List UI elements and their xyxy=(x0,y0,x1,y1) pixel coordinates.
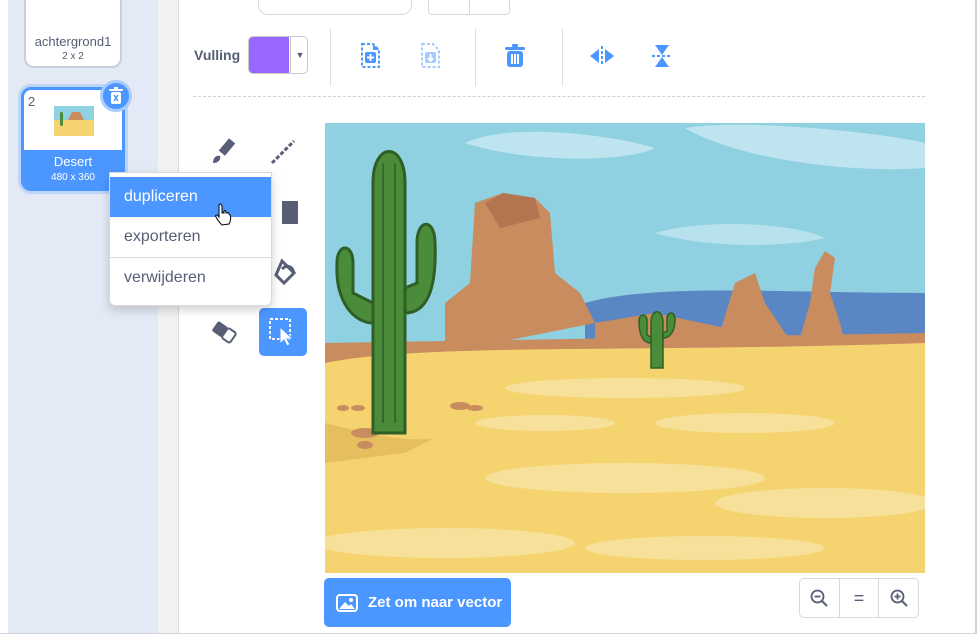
costume-name: Desert xyxy=(53,154,93,169)
zoom-controls: = xyxy=(799,578,919,618)
eraser-tool[interactable] xyxy=(200,308,248,356)
zoom-reset-button[interactable]: = xyxy=(838,579,879,617)
fill-color-swatch xyxy=(249,37,289,73)
brush-tool[interactable] xyxy=(200,128,248,176)
image-icon xyxy=(336,593,358,612)
flip-horizontal-icon xyxy=(590,46,614,66)
menu-item-duplicate[interactable]: dupliceren xyxy=(110,177,271,217)
zoom-in-icon xyxy=(890,589,908,607)
trash-icon xyxy=(109,87,123,104)
new-costume-icon xyxy=(361,43,380,68)
toolbar-divider xyxy=(562,28,563,86)
costume-number: 2 xyxy=(28,94,36,109)
paste-button[interactable] xyxy=(352,38,388,74)
flip-vertical-icon xyxy=(652,45,672,67)
zoom-in-button[interactable] xyxy=(878,579,918,617)
costume-name: achtergrond1 xyxy=(34,34,112,49)
undo-redo-group[interactable] xyxy=(428,0,510,15)
import-icon xyxy=(421,43,440,68)
window-border xyxy=(0,633,977,642)
drawing-canvas[interactable] xyxy=(325,123,925,573)
eraser-icon xyxy=(212,321,237,344)
brush-icon xyxy=(213,138,236,163)
hand-cursor-icon xyxy=(215,203,232,226)
menu-item-export[interactable]: exporteren xyxy=(110,217,271,257)
line-icon xyxy=(270,139,296,165)
costume-tile-achtergrond1[interactable]: achtergrond1 2 x 2 xyxy=(24,0,122,68)
menu-item-delete[interactable]: verwijderen xyxy=(110,257,271,298)
costume-context-menu: dupliceren exporteren verwijderen xyxy=(109,172,272,306)
toolbar-divider xyxy=(330,28,331,86)
delete-costume-button[interactable] xyxy=(100,80,132,112)
flip-horizontal-button[interactable] xyxy=(584,38,620,74)
rectangle-icon xyxy=(282,201,298,224)
panel-divider xyxy=(158,0,179,634)
select-icon xyxy=(269,318,295,347)
delete-icon xyxy=(505,44,525,67)
costume-name-field[interactable] xyxy=(258,0,412,15)
toolbar-divider xyxy=(475,28,476,86)
convert-to-vector-button[interactable]: Zet om naar vector xyxy=(324,578,511,627)
zoom-out-button[interactable] xyxy=(800,579,839,617)
delete-button[interactable] xyxy=(497,38,533,74)
chevron-down-icon: ▼ xyxy=(290,37,307,73)
fill-label: Vulling xyxy=(194,47,241,63)
desert-backdrop xyxy=(325,123,925,573)
line-tool[interactable] xyxy=(259,128,307,176)
costume-size: 2 x 2 xyxy=(62,51,84,62)
import-button[interactable] xyxy=(412,38,448,74)
zoom-out-icon xyxy=(810,589,829,607)
convert-label: Zet om naar vector xyxy=(368,594,503,611)
flip-vertical-button[interactable] xyxy=(644,38,680,74)
costume-size: 480 x 360 xyxy=(51,172,95,183)
desert-thumbnail xyxy=(54,106,94,136)
fill-color-picker[interactable]: ▼ xyxy=(248,36,308,74)
toolbar-separator xyxy=(193,96,925,97)
select-tool[interactable] xyxy=(259,308,307,356)
